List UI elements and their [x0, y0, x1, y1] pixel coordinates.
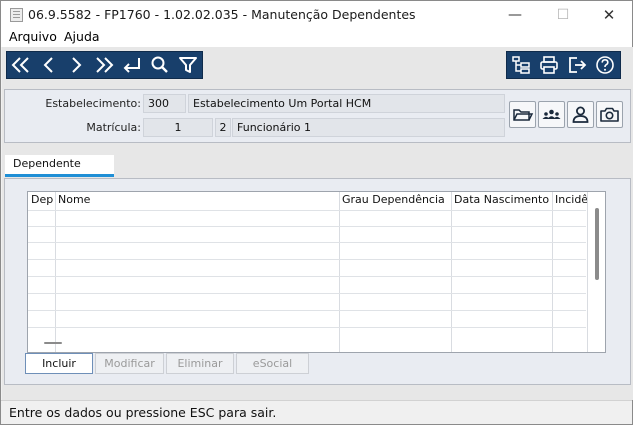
modificar-button[interactable]: Modificar: [95, 353, 164, 374]
search-icon[interactable]: [148, 54, 172, 76]
column-header-data-nascimento[interactable]: Data Nascimento: [451, 192, 552, 210]
matricula-name-field: Funcionário 1: [232, 118, 505, 137]
minimize-button[interactable]: —: [492, 1, 538, 29]
main-content: Estabelecimento: 300 Estabelecimento Um …: [2, 47, 633, 400]
matricula-digit-field: 2: [215, 118, 231, 137]
esocial-button[interactable]: eSocial: [236, 353, 309, 374]
grid-column-divider: [339, 192, 340, 352]
next-record-icon[interactable]: [64, 54, 88, 76]
help-icon[interactable]: [593, 54, 617, 76]
title-bar: 06.9.5582 - FP1760 - 1.02.02.035 - Manut…: [1, 1, 632, 29]
grid-row-line: [28, 276, 586, 277]
grid-row-line: [28, 226, 586, 227]
first-record-icon[interactable]: [9, 54, 33, 76]
header-panel: Estabelecimento: 300 Estabelecimento Um …: [4, 89, 631, 143]
grid-column-divider: [552, 192, 553, 352]
application-window: 06.9.5582 - FP1760 - 1.02.02.035 - Manut…: [0, 0, 633, 425]
window-title: 06.9.5582 - FP1760 - 1.02.02.035 - Manut…: [28, 7, 416, 22]
app-icon: [10, 8, 23, 22]
column-header-incidencia[interactable]: Incidên: [552, 192, 588, 210]
close-button[interactable]: ✕: [586, 1, 632, 29]
matricula-label: Matrícula:: [86, 121, 141, 134]
status-message: Entre os dados ou pressione ESC para sai…: [9, 405, 277, 420]
grid-column-divider: [587, 192, 588, 352]
grid-row-line: [28, 310, 586, 311]
grid-row-line: [28, 259, 586, 260]
status-bar: Entre os dados ou pressione ESC para sai…: [1, 400, 632, 424]
incluir-button[interactable]: Incluir: [25, 353, 93, 374]
last-record-icon[interactable]: [92, 54, 116, 76]
grid-horizontal-scrollbar[interactable]: [44, 342, 62, 344]
grid-vertical-scrollbar[interactable]: [595, 208, 599, 280]
grid-row-line: [28, 327, 586, 328]
column-header-nome[interactable]: Nome: [55, 192, 339, 210]
folder-open-icon[interactable]: [509, 101, 536, 128]
estabelecimento-code-field[interactable]: 300: [143, 94, 186, 113]
grid-row-line: [28, 242, 586, 243]
menu-bar: Arquivo Ajuda: [1, 29, 632, 47]
matricula-number-field[interactable]: 1: [143, 118, 213, 137]
dependents-grid[interactable]: Dep Nome Grau Dependência Data Nasciment…: [27, 191, 606, 353]
grid-column-divider: [55, 192, 56, 352]
navigation-toolbar: [6, 51, 203, 79]
column-header-grau-dependencia[interactable]: Grau Dependência: [339, 192, 451, 210]
previous-record-icon[interactable]: [37, 54, 61, 76]
enter-icon[interactable]: [120, 54, 144, 76]
grid-column-divider: [451, 192, 452, 352]
menu-arquivo[interactable]: Arquivo: [9, 29, 57, 45]
estabelecimento-name-field: Estabelecimento Um Portal HCM: [188, 94, 505, 113]
estabelecimento-label: Estabelecimento:: [45, 97, 141, 110]
camera-icon[interactable]: [596, 101, 623, 128]
eliminar-button[interactable]: Eliminar: [166, 353, 234, 374]
print-icon[interactable]: [537, 54, 561, 76]
actions-toolbar: [506, 51, 621, 79]
grid-row-line: [28, 293, 586, 294]
column-header-dep[interactable]: Dep: [28, 192, 55, 210]
group-icon[interactable]: [538, 101, 565, 128]
maximize-button[interactable]: ☐: [540, 1, 586, 29]
grid-header: Dep Nome Grau Dependência Data Nasciment…: [28, 192, 605, 210]
filter-icon[interactable]: [176, 54, 200, 76]
person-icon[interactable]: [567, 101, 594, 128]
grid-row-line: [28, 210, 586, 211]
tab-dependente[interactable]: Dependente: [5, 155, 114, 177]
menu-ajuda[interactable]: Ajuda: [64, 29, 100, 45]
exit-icon[interactable]: [565, 54, 589, 76]
hierarchy-icon[interactable]: [509, 54, 533, 76]
